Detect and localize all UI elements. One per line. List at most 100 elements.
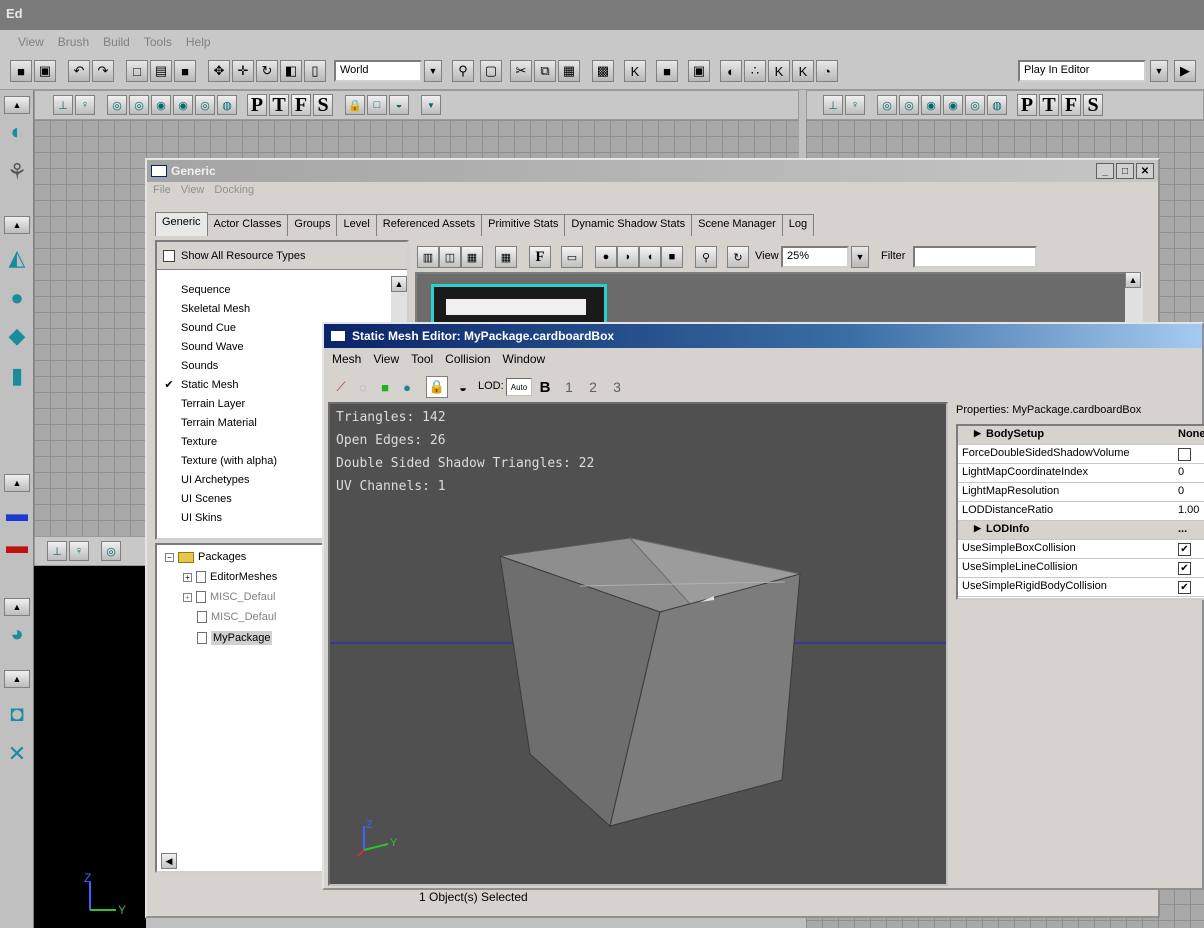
mesh-preview-viewport[interactable]: Triangles: 142 Open Edges: 26 Double Sid… — [328, 402, 948, 886]
side-view-button[interactable]: S — [313, 94, 333, 116]
add-brush-icon[interactable]: ▬ — [6, 500, 28, 528]
show-all-resource-types[interactable]: Show All Resource Types — [157, 242, 407, 270]
complexity-icon[interactable]: ◍ — [987, 95, 1007, 115]
property-value[interactable]: None — [1178, 428, 1204, 440]
front-view-button[interactable]: F — [291, 94, 311, 116]
menu-mesh[interactable]: Mesh — [332, 352, 361, 366]
maximize-icon[interactable]: □ — [1116, 163, 1134, 179]
lit-icon[interactable]: ◉ — [943, 95, 963, 115]
lod-2-button[interactable]: 2 — [582, 376, 604, 398]
checkmark-icon[interactable]: ✔ — [1178, 562, 1191, 575]
property-row[interactable]: LODDistanceRatio 1.00 — [958, 502, 1204, 521]
cylinder-preview-icon[interactable]: ◖ — [639, 246, 661, 268]
lock-icon[interactable]: 🔒 — [345, 95, 365, 115]
show-all-checkbox[interactable] — [163, 249, 175, 262]
eye-icon[interactable]: ◒ — [452, 376, 474, 398]
property-value[interactable]: 0 — [1178, 466, 1184, 478]
property-value[interactable]: ... — [1178, 523, 1187, 535]
dot-icon[interactable]: ∴ — [744, 60, 766, 82]
brush-wireframe-icon[interactable]: ◎ — [899, 95, 919, 115]
chevron-down-icon[interactable]: ▼ — [421, 95, 441, 115]
redo-icon[interactable]: ↷ — [92, 60, 114, 82]
eye-icon[interactable]: ◒ — [389, 95, 409, 115]
window-blue-icon[interactable]: ■ — [174, 60, 196, 82]
sme-title-bar[interactable]: Static Mesh Editor: MyPackage.cardboardB… — [324, 324, 1202, 348]
lit-icon[interactable]: ◉ — [173, 95, 193, 115]
expand-arrow-icon[interactable]: ▶ — [974, 523, 981, 534]
property-row[interactable]: LightMapCoordinateIndex 0 — [958, 464, 1204, 483]
property-row[interactable]: ForceDoubleSidedShadowVolume — [958, 445, 1204, 464]
grid-small-icon[interactable]: ▦ — [495, 246, 517, 268]
checkmark-icon[interactable]: ✔ — [1178, 581, 1191, 594]
collapse-arrow-icon[interactable]: ▲ — [4, 670, 30, 688]
font-button[interactable]: F — [529, 246, 551, 268]
menu-tool[interactable]: Tool — [411, 352, 433, 366]
build-geometry-icon[interactable]: K — [768, 60, 790, 82]
axis-icon[interactable]: ⊥ — [47, 541, 67, 561]
property-checkbox[interactable] — [1178, 448, 1191, 461]
cylinder-brush-icon[interactable]: ▮ — [6, 362, 28, 390]
scroll-up-icon[interactable]: ▲ — [1125, 272, 1141, 288]
scroll-left-icon[interactable]: ◀ — [161, 853, 177, 869]
resource-type-item[interactable]: Sequence — [163, 280, 383, 299]
tree-item-package[interactable]: + EditorMeshes — [183, 571, 277, 583]
lock-icon[interactable]: 🔒 — [426, 376, 448, 398]
lod-auto-button[interactable]: Auto — [506, 378, 532, 396]
tab-log[interactable]: Log — [781, 214, 815, 236]
wireframe-toggle-icon[interactable]: ⟋ — [330, 376, 352, 398]
chevron-down-icon[interactable]: ▼ — [851, 246, 869, 268]
property-value[interactable]: 0 — [1178, 485, 1184, 497]
lightbulb-icon[interactable]: ♀ — [69, 541, 89, 561]
menu-file[interactable]: File — [153, 184, 171, 196]
lod-base-button[interactable]: B — [534, 376, 556, 398]
binoculars-icon[interactable]: ⚲ — [452, 60, 474, 82]
coord-system-combo[interactable]: World — [334, 60, 422, 82]
menu-docking[interactable]: Docking — [214, 184, 254, 196]
binoculars-icon[interactable]: ⚲ — [695, 246, 717, 268]
scroll-up-icon[interactable]: ▲ — [391, 276, 407, 292]
property-row[interactable]: LightMapResolution 0 — [958, 483, 1204, 502]
normals-icon[interactable]: ● — [396, 376, 418, 398]
tab-level[interactable]: Level — [336, 214, 377, 236]
collapse-arrow-icon[interactable]: ▲ — [4, 474, 30, 492]
plane-preview-icon[interactable]: ■ — [661, 246, 683, 268]
subtract-brush-icon[interactable]: ▬ — [6, 532, 28, 560]
copy-icon[interactable]: ⧉ — [534, 60, 556, 82]
wireframe-icon[interactable]: ◎ — [101, 541, 121, 561]
wireframe-icon[interactable]: ◎ — [107, 95, 127, 115]
collapse-icon[interactable]: − — [165, 552, 174, 562]
minimize-icon[interactable]: _ — [1096, 163, 1114, 179]
move-icon[interactable]: ✛ — [232, 60, 254, 82]
tree-item-packages[interactable]: − Packages — [165, 551, 246, 563]
play-icon[interactable]: ▶ — [1174, 60, 1196, 82]
menu-collision[interactable]: Collision — [445, 352, 490, 366]
lod-1-button[interactable]: 1 — [558, 376, 580, 398]
rotate-icon[interactable]: ↻ — [256, 60, 278, 82]
unlit-icon[interactable]: ◉ — [151, 95, 171, 115]
geometry-mode-icon[interactable]: ⚘ — [6, 158, 28, 186]
sphere-preview-icon[interactable]: ● — [595, 246, 617, 268]
menu-view[interactable]: View — [373, 352, 399, 366]
box-icon[interactable]: ▢ — [480, 60, 502, 82]
maximize-viewport-icon[interactable]: □ — [367, 95, 387, 115]
lightbulb-icon[interactable]: ♀ — [845, 95, 865, 115]
menu-tools[interactable]: Tools — [144, 35, 172, 49]
generic-title-bar[interactable]: Generic _ □ ✕ — [147, 160, 1158, 182]
sphere-brush-icon[interactable]: ● — [6, 284, 28, 312]
menu-view[interactable]: View — [18, 35, 44, 49]
window-icon[interactable]: □ — [126, 60, 148, 82]
hide-selected-icon[interactable]: ✕ — [6, 740, 28, 768]
undo-icon[interactable]: ↶ — [68, 60, 90, 82]
property-row[interactable]: UseSimpleLineCollision ✔ — [958, 559, 1204, 578]
kismet-icon[interactable]: K — [624, 60, 646, 82]
chevron-down-icon[interactable]: ▼ — [424, 60, 442, 82]
collapse-arrow-icon[interactable]: ▲ — [4, 96, 30, 114]
complexity-icon[interactable]: ◍ — [217, 95, 237, 115]
menu-view[interactable]: View — [181, 184, 205, 196]
tree-item-package-selected[interactable]: MyPackage — [197, 631, 273, 645]
lod-3-button[interactable]: 3 — [606, 376, 628, 398]
lightbulb-icon[interactable]: ◐ — [720, 60, 742, 82]
collapse-arrow-icon[interactable]: ▲ — [4, 598, 30, 616]
resource-type-item[interactable]: Skeletal Mesh — [163, 299, 383, 318]
top-view-button[interactable]: T — [269, 94, 289, 116]
